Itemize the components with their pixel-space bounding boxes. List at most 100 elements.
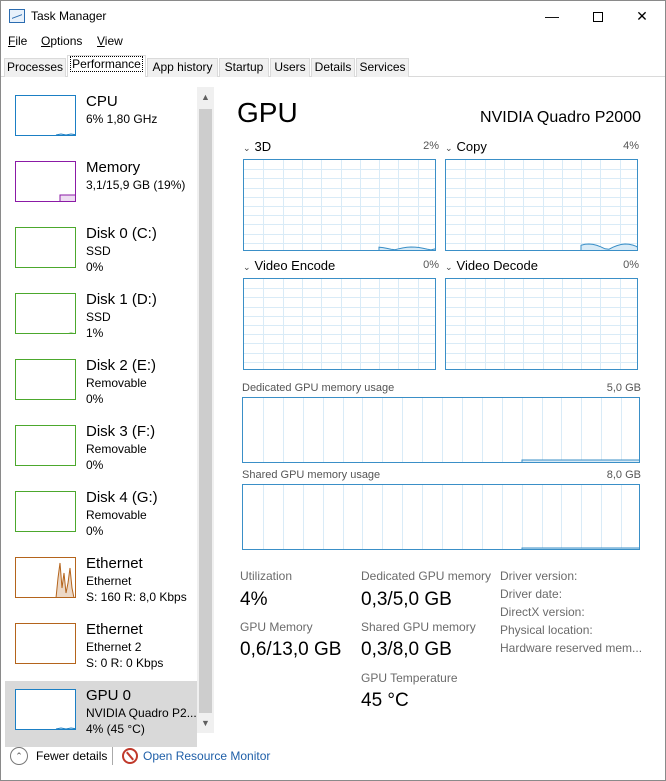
- engine-selector-video-encode[interactable]: ⌄ Video Encode: [243, 258, 335, 273]
- sidebar-thumbnail-graph: [15, 557, 76, 598]
- resource-monitor-icon: [122, 748, 138, 764]
- sidebar-item-detail: NVIDIA Quadro P2...: [86, 706, 197, 720]
- sidebar-item-usage: S: 160 R: 8,0 Kbps: [86, 590, 187, 604]
- sidebar-item-name: Disk 0 (C:): [86, 225, 157, 242]
- dedicated-gpu-memory-label: Dedicated GPU memory: [361, 569, 492, 583]
- sidebar-thumbnail-graph: [15, 359, 76, 400]
- sidebar-item-name: Ethernet: [86, 555, 143, 572]
- physical-location-label: Physical location:: [500, 623, 593, 637]
- tab-services[interactable]: Services: [356, 58, 409, 77]
- sidebar-item-ethernet[interactable]: Ethernet Ethernet S: 160 R: 8,0 Kbps: [5, 549, 197, 615]
- sidebar-item-disk-0-c[interactable]: Disk 0 (C:) SSD 0%: [5, 219, 197, 285]
- sidebar-thumbnail-graph: [15, 95, 76, 136]
- sidebar-item-usage: 1%: [86, 326, 104, 340]
- dedicated-gpu-memory-value: 0,3/5,0 GB: [361, 589, 452, 610]
- sidebar-item-name: Memory: [86, 159, 141, 176]
- sidebar-item-detail: SSD: [86, 244, 111, 258]
- gpu-temperature-value: 45 °C: [361, 690, 409, 711]
- dedicated-memory-max: 5,0 GB: [606, 382, 641, 394]
- sidebar-item-disk-1-d[interactable]: Disk 1 (D:) SSD 1%: [5, 285, 197, 351]
- graph-3d: [243, 159, 436, 251]
- open-resource-monitor-link[interactable]: Open Resource Monitor: [143, 749, 270, 763]
- utilization-label: Utilization: [240, 569, 293, 583]
- task-manager-icon: [9, 9, 25, 23]
- gpu-memory-label: GPU Memory: [240, 620, 313, 634]
- scroll-down-arrow-icon[interactable]: ▼: [197, 715, 214, 732]
- sidebar-item-gpu-0[interactable]: GPU 0 NVIDIA Quadro P2... 4% (45 °C): [5, 681, 197, 747]
- sidebar-item-usage: S: 0 R: 0 Kbps: [86, 656, 164, 670]
- sidebar-item-ethernet[interactable]: Ethernet Ethernet 2 S: 0 R: 0 Kbps: [5, 615, 197, 681]
- tab-processes[interactable]: Processes: [4, 58, 66, 77]
- page-title: GPU: [237, 97, 298, 128]
- title-bar: Task Manager — ✕: [1, 1, 665, 31]
- menu-bar: File Options View: [1, 32, 665, 52]
- tab-strip: Processes Performance App history Startu…: [1, 55, 665, 77]
- utilization-value: 4%: [240, 589, 268, 610]
- engine-pct-3d: 2%: [423, 140, 439, 152]
- gpu-memory-value: 0,6/13,0 GB: [240, 639, 342, 660]
- graph-shared-memory: [242, 484, 640, 550]
- sidebar-item-detail: SSD: [86, 310, 111, 324]
- chevron-down-icon: ⌄: [243, 143, 251, 153]
- sidebar-item-name: Disk 2 (E:): [86, 357, 157, 374]
- engine-selector-copy[interactable]: ⌄ Copy: [445, 139, 487, 154]
- graph-video-encode: [243, 278, 436, 370]
- sidebar-item-name: Disk 1 (D:): [86, 291, 157, 308]
- sidebar-item-cpu[interactable]: CPU 6% 1,80 GHz: [5, 87, 197, 153]
- sidebar-thumbnail-graph: [15, 491, 76, 532]
- sidebar-item-detail: 3,1/15,9 GB (19%): [86, 178, 186, 192]
- sidebar-item-detail: Removable: [86, 376, 147, 390]
- engine-selector-video-decode[interactable]: ⌄ Video Decode: [445, 258, 538, 273]
- close-button[interactable]: ✕: [619, 1, 665, 31]
- tab-app-history[interactable]: App history: [147, 58, 218, 77]
- window-title: Task Manager: [31, 9, 107, 23]
- sidebar-thumbnail-graph: [15, 425, 76, 466]
- menu-file[interactable]: File: [8, 34, 27, 48]
- chevron-up-circle-icon[interactable]: ⌃: [10, 747, 28, 765]
- minimize-button[interactable]: —: [529, 1, 575, 31]
- engine-pct-video-encode: 0%: [423, 259, 439, 271]
- sidebar-item-disk-3-f[interactable]: Disk 3 (F:) Removable 0%: [5, 417, 197, 483]
- resource-sidebar: CPU 6% 1,80 GHz Memory 3,1/15,9 GB (19%) Dis…: [5, 87, 214, 747]
- task-manager-window: Task Manager — ✕ File Options View Proce…: [0, 0, 666, 781]
- menu-view[interactable]: View: [97, 34, 123, 48]
- sidebar-item-detail: 6% 1,80 GHz: [86, 112, 158, 126]
- tab-startup[interactable]: Startup: [219, 58, 269, 77]
- sidebar-item-memory[interactable]: Memory 3,1/15,9 GB (19%): [5, 153, 197, 219]
- sidebar-item-detail: Removable: [86, 508, 147, 522]
- gpu-temperature-label: GPU Temperature: [361, 671, 458, 685]
- shared-gpu-memory-label: Shared GPU memory: [361, 620, 476, 634]
- driver-date-label: Driver date:: [500, 587, 563, 601]
- engine-selector-3d[interactable]: ⌄ 3D: [243, 139, 271, 154]
- scroll-thumb[interactable]: [199, 109, 212, 713]
- sidebar-thumbnail-graph: [15, 689, 76, 730]
- shared-memory-label: Shared GPU memory usage: [242, 469, 381, 481]
- chevron-down-icon: ⌄: [243, 262, 251, 272]
- directx-version-label: DirectX version:: [500, 605, 585, 619]
- sidebar-item-disk-4-g[interactable]: Disk 4 (G:) Removable 0%: [5, 483, 197, 549]
- chevron-down-icon: ⌄: [445, 262, 453, 272]
- sidebar-thumbnail-graph: [15, 293, 76, 334]
- gpu-model-name: NVIDIA Quadro P2000: [480, 109, 641, 126]
- sidebar-item-usage: 0%: [86, 392, 104, 406]
- maximize-button[interactable]: [575, 1, 621, 31]
- dedicated-memory-label: Dedicated GPU memory usage: [242, 382, 395, 394]
- fewer-details-button[interactable]: Fewer details: [36, 749, 107, 763]
- driver-version-label: Driver version:: [500, 569, 578, 583]
- tab-users[interactable]: Users: [270, 58, 310, 77]
- shared-memory-max: 8,0 GB: [606, 469, 641, 481]
- sidebar-item-usage: 4% (45 °C): [86, 722, 145, 736]
- scroll-up-arrow-icon[interactable]: ▲: [197, 89, 214, 106]
- tab-details[interactable]: Details: [311, 58, 355, 77]
- sidebar-item-usage: 0%: [86, 260, 104, 274]
- sidebar-item-disk-2-e[interactable]: Disk 2 (E:) Removable 0%: [5, 351, 197, 417]
- graph-copy: [445, 159, 638, 251]
- gpu-detail-panel: GPU NVIDIA Quadro P2000 ⌄ 3D 2% ⌄ Copy 4% …: [219, 87, 661, 733]
- shared-gpu-memory-value: 0,3/8,0 GB: [361, 639, 452, 660]
- tab-performance[interactable]: Performance: [67, 55, 146, 77]
- sidebar-item-detail: Ethernet: [86, 574, 132, 588]
- sidebar-thumbnail-graph: [15, 227, 76, 268]
- sidebar-scrollbar[interactable]: ▲ ▼: [197, 87, 214, 733]
- sidebar-item-name: GPU 0: [86, 687, 132, 704]
- menu-options[interactable]: Options: [41, 34, 82, 48]
